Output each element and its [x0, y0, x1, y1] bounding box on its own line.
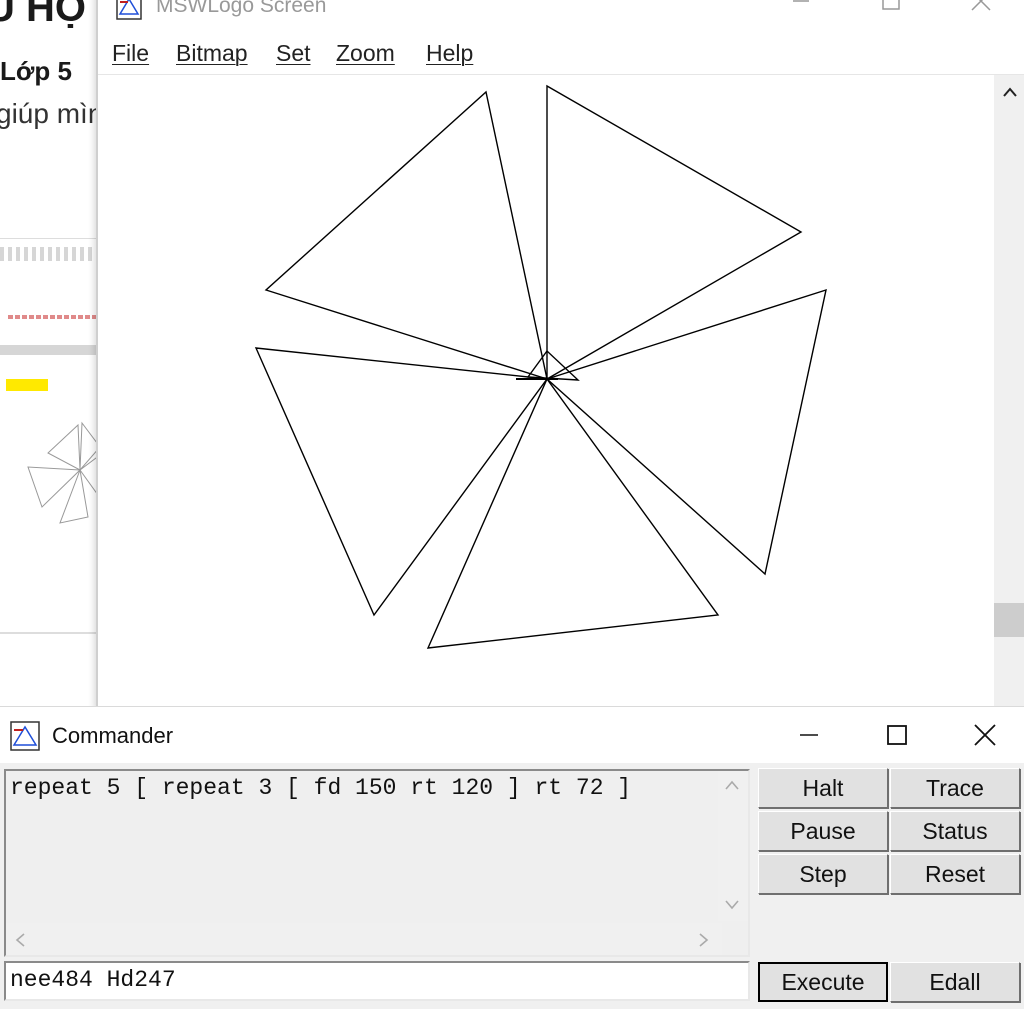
window-title: MSWLogo Screen: [156, 0, 327, 17]
command-input[interactable]: nee484 Hd247: [4, 961, 750, 1001]
thumbnail-red-text: [8, 315, 98, 319]
history-scroll-down[interactable]: [724, 899, 740, 911]
maximize-icon: [882, 0, 900, 10]
command-history[interactable]: repeat 5 [ repeat 3 [ fd 150 rt 120 ] rt…: [4, 769, 750, 957]
reset-button[interactable]: Reset: [890, 854, 1020, 894]
vertical-scrollbar[interactable]: [994, 75, 1024, 710]
menu-zoom[interactable]: Zoom: [336, 40, 395, 67]
minimize-button[interactable]: [778, 0, 824, 16]
chevron-up-icon: [1003, 87, 1017, 97]
close-icon: [974, 724, 996, 746]
pause-button[interactable]: Pause: [758, 811, 888, 851]
turtle-drawing: [254, 84, 827, 649]
mswlogo-screen-window[interactable]: MSWLogo Screen File Bitmap Set Zoom Help: [96, 0, 1024, 710]
triangle-5: [264, 90, 548, 381]
halt-button[interactable]: Halt: [758, 768, 888, 808]
menu-set[interactable]: Set: [276, 40, 311, 67]
document-subheading: Lớp 5: [0, 56, 72, 86]
commander-minimize-button[interactable]: [786, 720, 832, 750]
minimize-icon: [793, 0, 809, 2]
chevron-down-icon: [725, 900, 739, 910]
background-document: U HỌ Lớp 5 giúp mìn: [0, 0, 100, 710]
execute-button[interactable]: Execute: [758, 962, 888, 1002]
history-scroll-right[interactable]: [698, 932, 710, 948]
triangle-2: [545, 288, 827, 576]
history-vertical-scrollbar[interactable]: [718, 771, 748, 921]
step-button[interactable]: Step: [758, 854, 888, 894]
document-heading: U HỌ: [0, 0, 86, 30]
chevron-right-icon: [699, 933, 709, 947]
maximize-icon: [887, 725, 907, 745]
triangle-3: [426, 377, 720, 649]
triangle-1: [546, 84, 803, 381]
edall-button[interactable]: Edall: [890, 962, 1020, 1002]
slide-thumbnail[interactable]: [0, 238, 100, 349]
close-icon: [971, 0, 991, 11]
command-input-text[interactable]: nee484 Hd247: [10, 967, 176, 993]
chevron-up-icon: [725, 780, 739, 790]
document-text: giúp mìn: [0, 98, 100, 129]
menu-file[interactable]: File: [112, 40, 149, 67]
document-rule: [0, 632, 100, 634]
history-horizontal-scrollbar[interactable]: [6, 923, 722, 955]
menu-bitmap[interactable]: Bitmap: [176, 40, 248, 67]
commander-maximize-button[interactable]: [874, 720, 920, 750]
chevron-left-icon: [15, 933, 25, 947]
slide-thumbnail[interactable]: [0, 355, 100, 635]
maximize-button[interactable]: [868, 0, 914, 16]
logo-titlebar[interactable]: MSWLogo Screen: [98, 0, 1024, 20]
commander-titlebar[interactable]: Commander: [0, 707, 1024, 763]
status-button[interactable]: Status: [890, 811, 1020, 851]
thumbnail-divider: [0, 345, 100, 355]
history-scroll-up[interactable]: [724, 779, 740, 791]
thumbnail-drawing: [27, 421, 100, 524]
turtle-canvas[interactable]: [98, 75, 992, 710]
commander-app-icon: [10, 721, 40, 751]
commander-window[interactable]: Commander repeat 5 [ repeat 3 [ fd 150 r…: [0, 706, 1024, 1009]
thumbnail-toolbar: [0, 247, 100, 261]
commander-close-button[interactable]: [962, 720, 1008, 750]
scroll-up-button[interactable]: [994, 75, 1024, 109]
history-line[interactable]: repeat 5 [ repeat 3 [ fd 150 rt 120 ] rt…: [10, 775, 631, 801]
menu-bar: File Bitmap Set Zoom Help: [98, 34, 1024, 75]
trace-button[interactable]: Trace: [890, 768, 1020, 808]
history-scroll-left[interactable]: [14, 932, 26, 948]
thumbnail-highlight: [6, 379, 48, 391]
triangle-4: [254, 347, 549, 617]
close-button[interactable]: [958, 0, 1004, 16]
scroll-thumb[interactable]: [994, 603, 1024, 637]
commander-title: Commander: [52, 723, 174, 748]
menu-help[interactable]: Help: [426, 40, 473, 67]
minimize-icon: [800, 734, 818, 736]
mswlogo-app-icon: [116, 0, 142, 20]
